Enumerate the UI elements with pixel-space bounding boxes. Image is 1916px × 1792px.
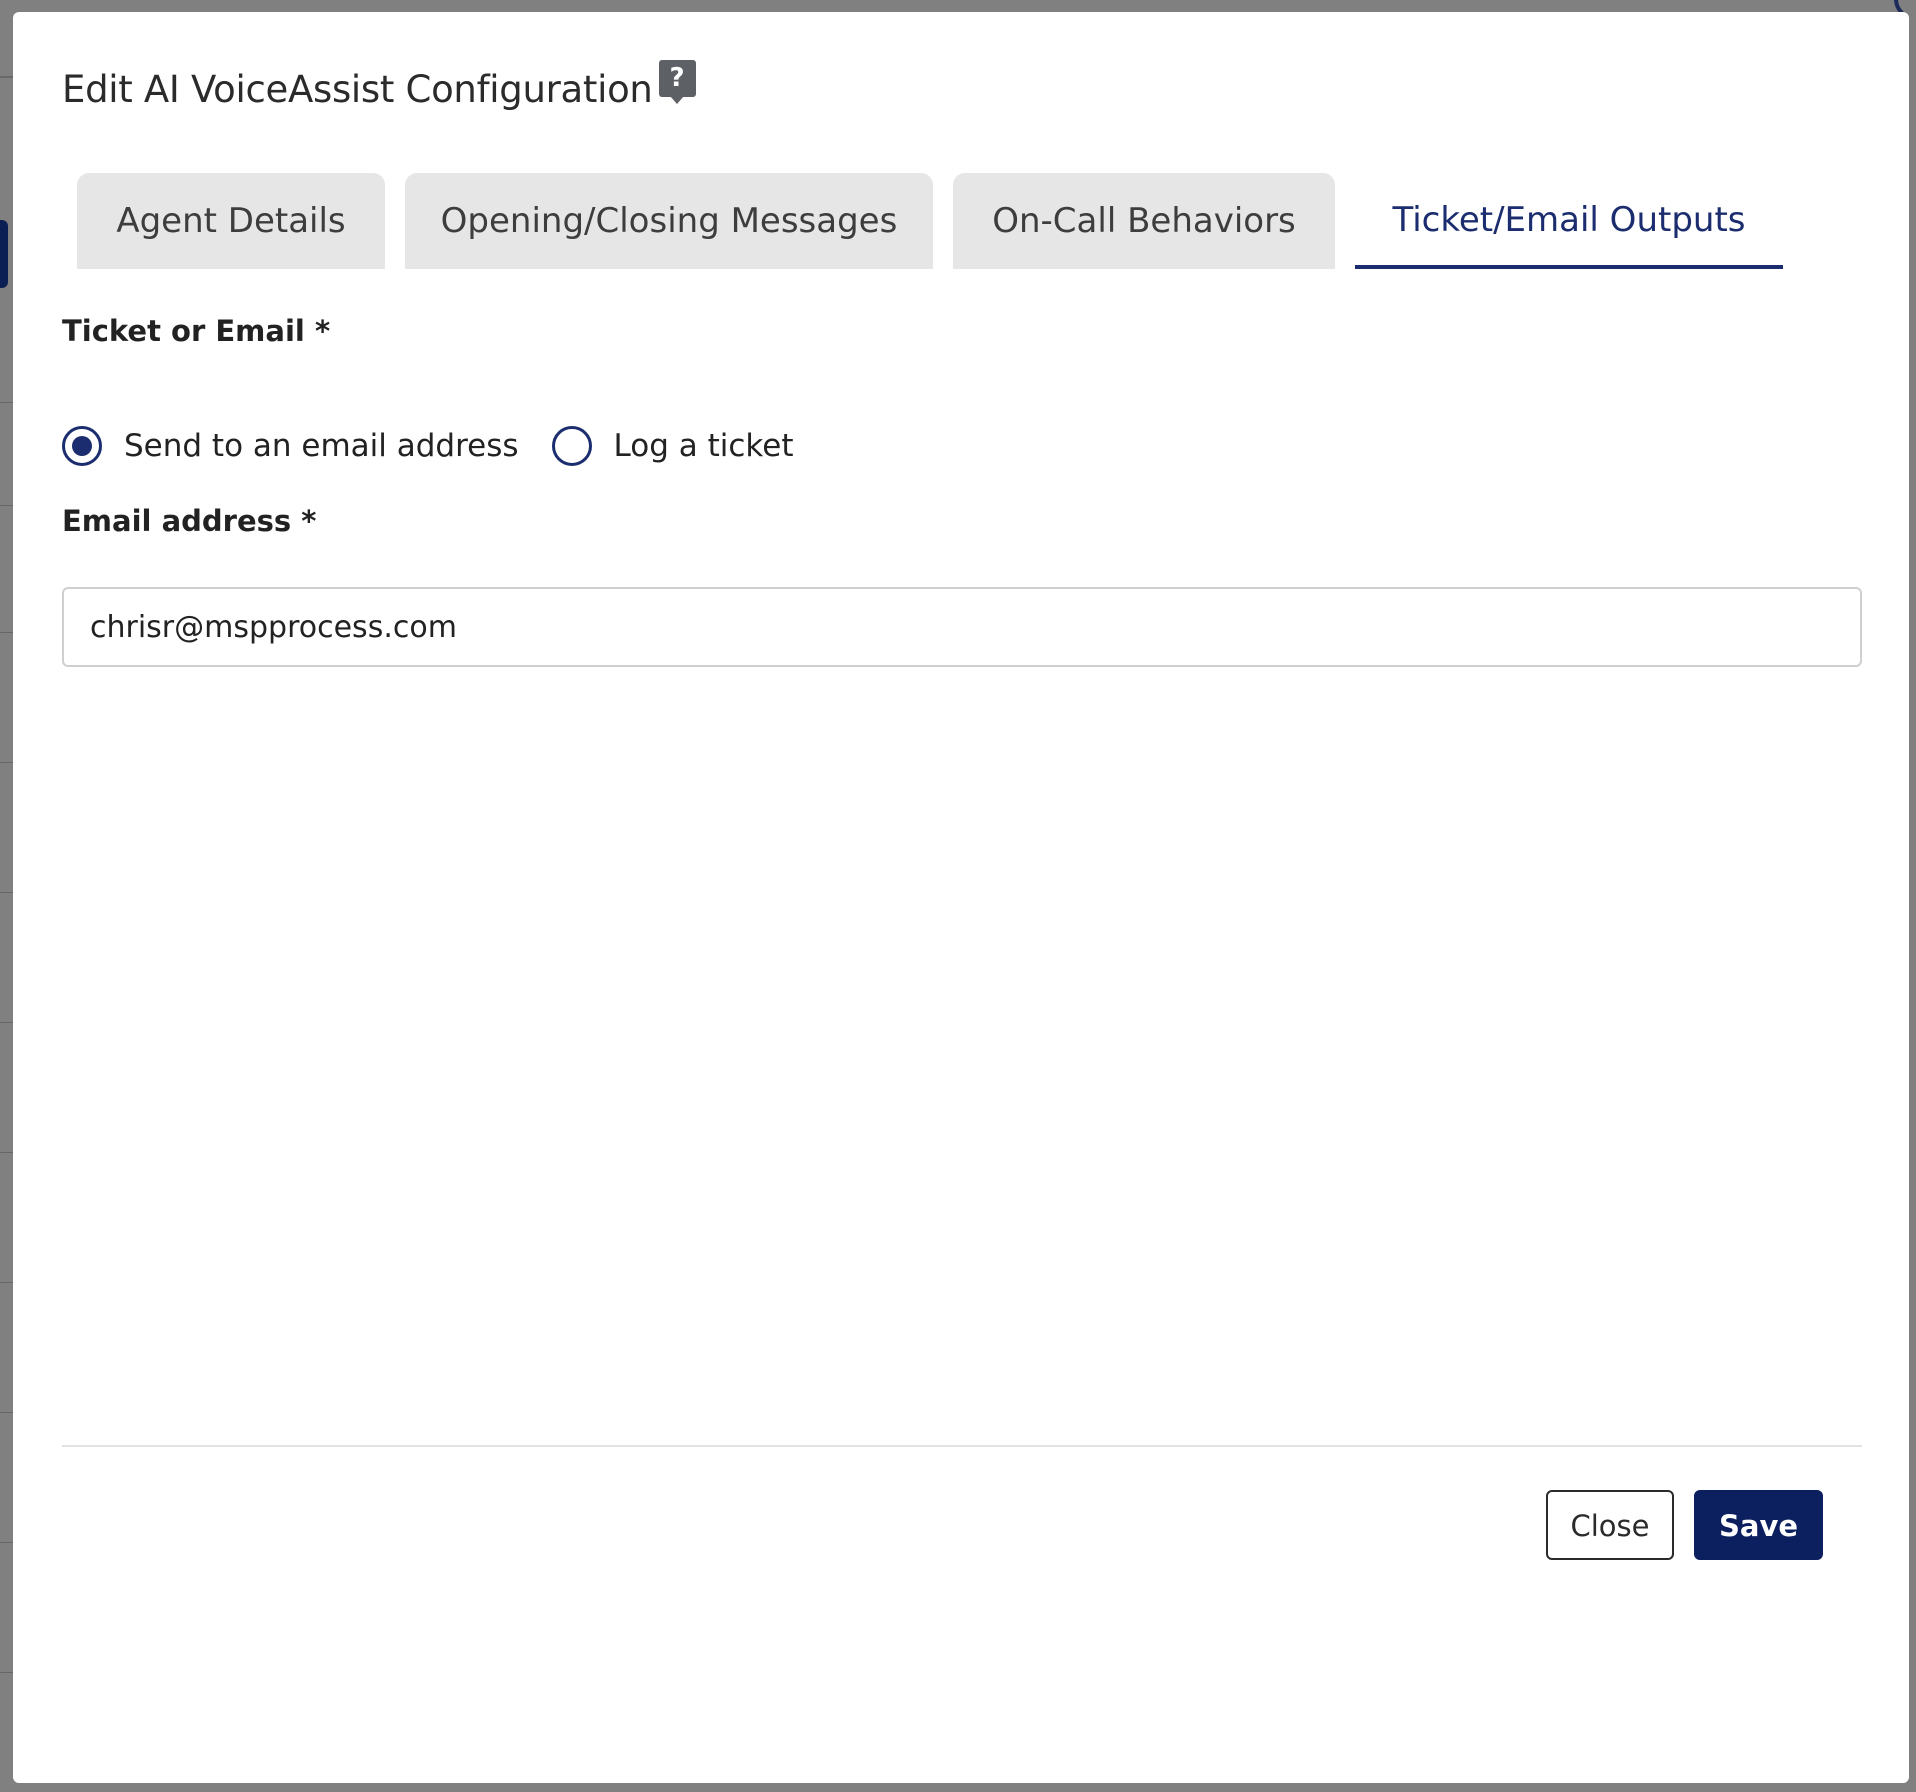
radio-checked-icon[interactable] xyxy=(62,426,102,466)
close-button[interactable]: Close xyxy=(1546,1490,1674,1560)
radio-log-ticket[interactable]: Log a ticket xyxy=(551,426,794,466)
save-button[interactable]: Save xyxy=(1694,1490,1823,1560)
radio-log-ticket-label[interactable]: Log a ticket xyxy=(614,428,794,464)
background-row-divider xyxy=(0,632,14,633)
background-row-divider xyxy=(0,1022,14,1023)
background-row-divider xyxy=(0,892,14,893)
email-address-label: Email address * xyxy=(62,504,317,538)
ticket-or-email-radio-group: Send to an email address Log a ticket xyxy=(62,426,827,466)
tab-ticket-email-outputs[interactable]: Ticket/Email Outputs xyxy=(1355,173,1783,269)
tab-agent-details[interactable]: Agent Details xyxy=(77,173,385,269)
background-row-divider xyxy=(0,1542,14,1543)
email-address-input[interactable] xyxy=(62,587,1862,667)
radio-unchecked-icon[interactable] xyxy=(551,426,592,466)
ticket-or-email-label: Ticket or Email * xyxy=(62,314,331,348)
config-tabs: Agent Details Opening/Closing Messages O… xyxy=(77,173,1803,269)
background-row-divider xyxy=(0,505,14,506)
dialog-title: Edit AI VoiceAssist Configuration xyxy=(62,68,653,111)
help-question-icon[interactable]: ? xyxy=(658,60,696,104)
background-row-divider xyxy=(0,1282,14,1283)
footer-divider xyxy=(62,1445,1862,1447)
radio-send-email-label[interactable]: Send to an email address xyxy=(124,428,519,464)
background-row-divider xyxy=(0,1672,14,1673)
background-row-divider xyxy=(0,402,14,403)
edit-config-dialog: Edit AI VoiceAssist Configuration ? Agen… xyxy=(13,12,1909,1783)
tab-on-call-behaviors[interactable]: On-Call Behaviors xyxy=(953,173,1335,269)
tab-opening-closing-messages[interactable]: Opening/Closing Messages xyxy=(405,173,933,269)
background-active-nav-marker xyxy=(0,220,8,288)
background-row-divider xyxy=(0,1152,14,1153)
background-row-divider xyxy=(0,762,14,763)
background-header-divider xyxy=(0,76,14,78)
dialog-header: Edit AI VoiceAssist Configuration ? xyxy=(62,60,696,120)
radio-send-email[interactable]: Send to an email address xyxy=(62,426,519,466)
background-row-divider xyxy=(0,1412,14,1413)
